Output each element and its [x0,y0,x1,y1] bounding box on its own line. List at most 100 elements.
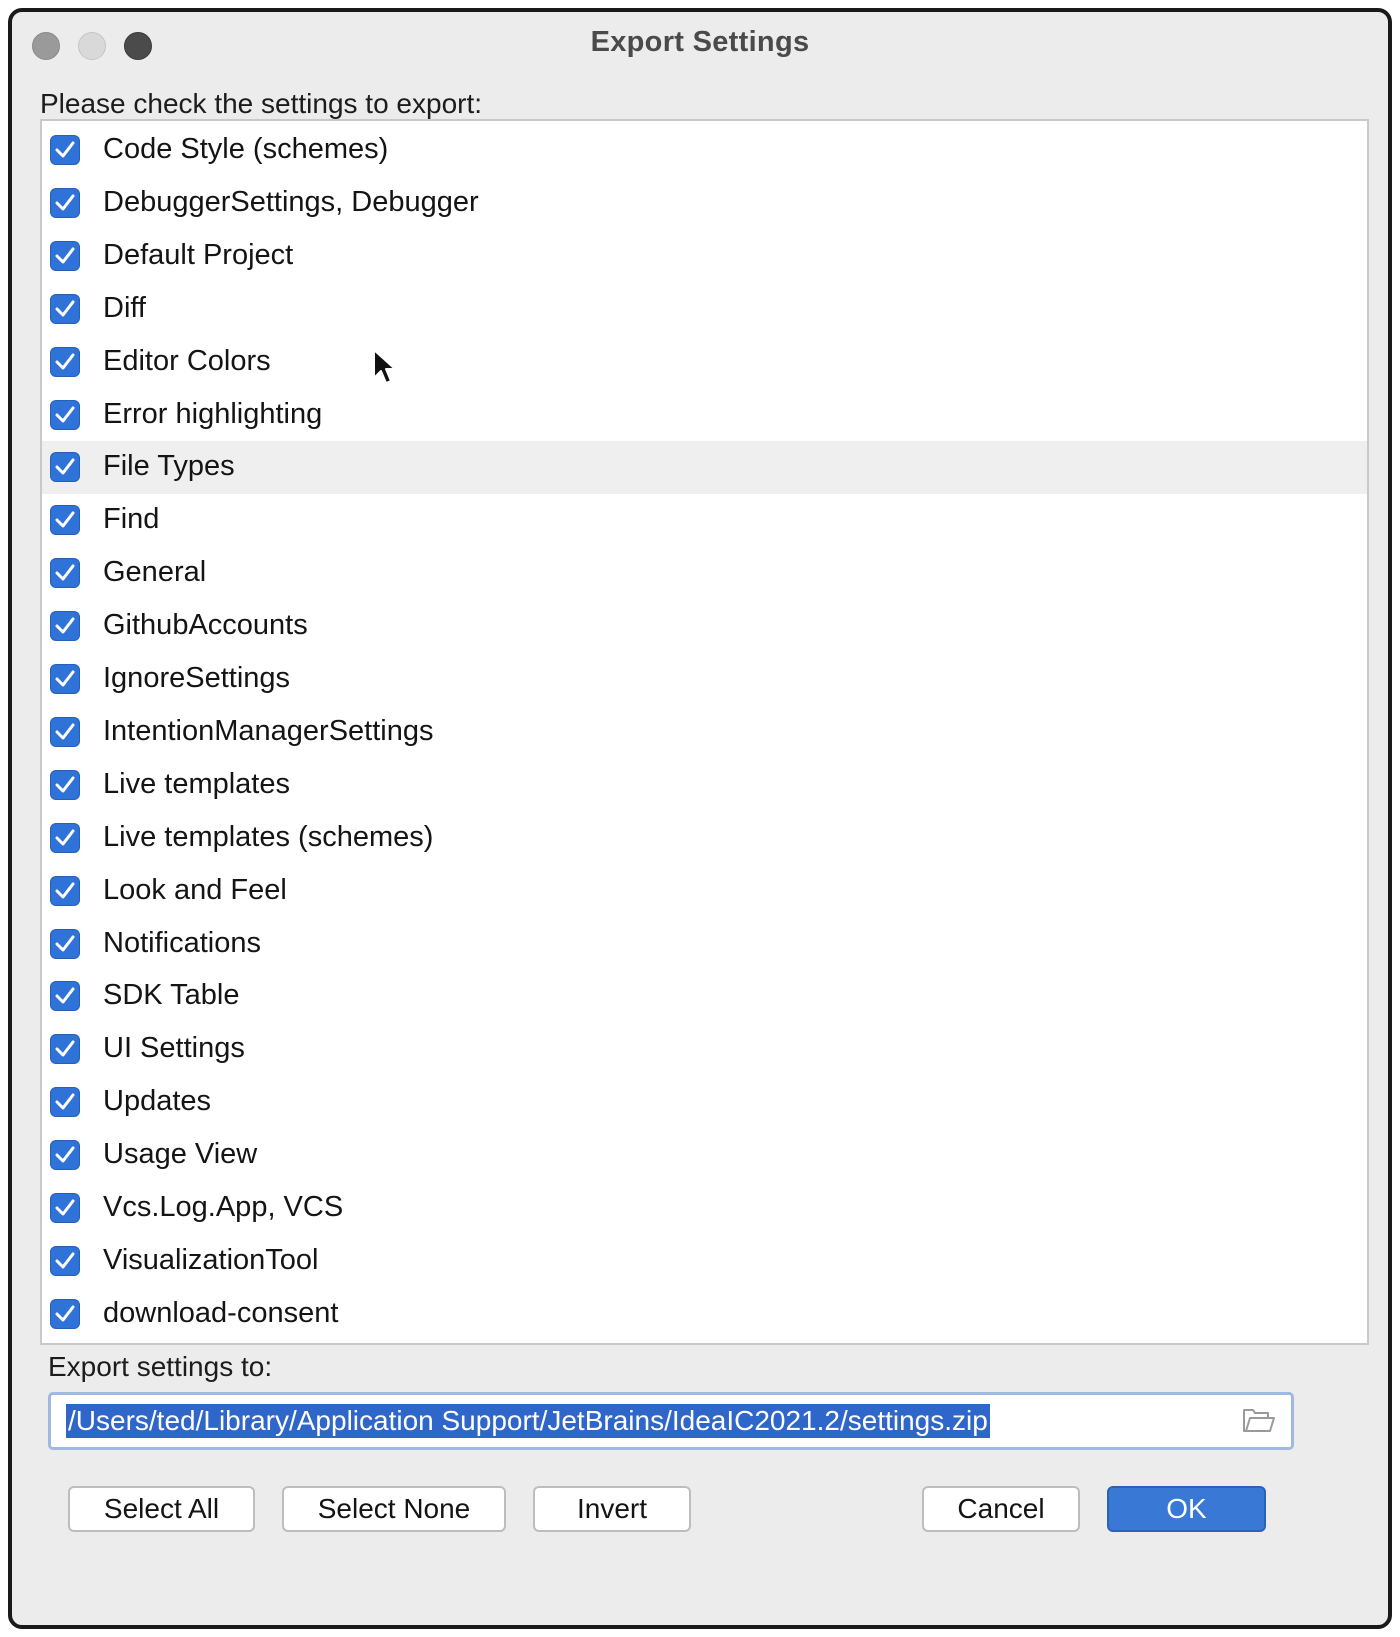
setting-checkbox[interactable] [50,1298,80,1329]
checkmark-icon [55,776,75,793]
setting-checkbox[interactable] [50,452,80,483]
select-all-button[interactable]: Select All [68,1486,255,1532]
title-bar: Export Settings [12,12,1388,74]
setting-checkbox[interactable] [50,187,80,218]
setting-row[interactable]: Code Style (schemes) [42,124,1367,177]
setting-checkbox[interactable] [50,135,80,165]
setting-checkbox[interactable] [50,822,80,853]
setting-row[interactable]: Diff [42,283,1367,336]
checkmark-icon [55,1305,75,1322]
setting-label: Look and Feel [103,873,287,906]
checkmark-icon [55,1146,75,1163]
setting-label: File Types [103,450,235,483]
setting-label: General [103,556,207,589]
checkmark-icon [55,194,75,211]
setting-row[interactable]: download-consent [42,1288,1367,1341]
setting-label: SDK Table [103,979,240,1012]
checkmark-icon [55,987,75,1004]
setting-row[interactable]: Find [42,494,1367,547]
setting-label: Notifications [103,926,261,959]
ok-button[interactable]: OK [1107,1486,1266,1532]
setting-checkbox[interactable] [50,1087,80,1118]
setting-label: Updates [103,1085,212,1118]
export-path-value[interactable]: /Users/ted/Library/Application Support/J… [66,1404,990,1438]
setting-label: Usage View [103,1138,258,1171]
setting-row[interactable]: GithubAccounts [42,600,1367,653]
checkmark-icon [55,670,75,687]
select-none-button[interactable]: Select None [282,1486,506,1532]
setting-checkbox[interactable] [50,1034,80,1065]
setting-row[interactable]: Look and Feel [42,865,1367,918]
setting-checkbox[interactable] [50,875,80,906]
setting-label: Diff [103,291,146,324]
checkmark-icon [55,458,75,475]
folder-icon[interactable] [1242,1408,1276,1434]
setting-checkbox[interactable] [50,716,80,747]
setting-checkbox[interactable] [50,1245,80,1276]
setting-checkbox[interactable] [50,240,80,271]
checkmark-icon [55,829,75,846]
setting-row[interactable]: Default Project [42,230,1367,283]
checkmark-icon [55,723,75,740]
setting-label: download-consent [103,1296,339,1329]
setting-checkbox[interactable] [50,611,80,642]
setting-row[interactable]: Editor Colors [42,336,1367,389]
setting-checkbox[interactable] [50,1193,80,1223]
setting-checkbox[interactable] [50,769,80,800]
setting-row[interactable]: Live templates (schemes) [42,812,1367,865]
setting-row[interactable]: IntentionManagerSettings [42,706,1367,759]
checkmark-icon [55,300,75,317]
setting-row[interactable]: General [42,547,1367,600]
checkmark-icon [55,353,75,370]
export-path-label: Export settings to: [48,1351,273,1382]
checkmark-icon [55,1252,75,1269]
export-path-field[interactable]: /Users/ted/Library/Application Support/J… [48,1392,1294,1450]
setting-label: Vcs.Log.App, VCS [103,1191,344,1223]
setting-row[interactable]: Vcs.Log.App, VCS [42,1182,1367,1235]
setting-row[interactable]: Notifications [42,918,1367,971]
checkmark-icon [55,247,75,264]
settings-prompt: Please check the settings to export: [40,88,483,119]
setting-checkbox[interactable] [50,293,80,324]
setting-row[interactable]: File Types [42,441,1367,495]
setting-checkbox[interactable] [50,981,80,1012]
setting-label: GithubAccounts [103,609,308,642]
checkmark-icon [55,406,75,422]
setting-label: IgnoreSettings [103,662,291,694]
settings-checklist[interactable]: Code Style (schemes) DebuggerSettings, De… [40,119,1369,1345]
setting-label: Find [103,503,160,536]
invert-button[interactable]: Invert [533,1486,691,1532]
setting-label: Live templates [103,767,290,800]
setting-checkbox[interactable] [50,664,80,694]
setting-label: DebuggerSettings, Debugger [103,185,479,218]
setting-checkbox[interactable] [50,558,80,589]
setting-row[interactable]: Live templates [42,759,1367,812]
checkmark-icon [55,141,75,158]
setting-row[interactable]: SDK Table [42,970,1367,1023]
setting-label: VisualizationTool [103,1243,319,1276]
setting-row[interactable]: UI Settings [42,1023,1367,1076]
setting-label: Error highlighting [103,397,323,430]
export-settings-dialog: Export Settings Please check the setting… [8,8,1392,1629]
setting-checkbox[interactable] [50,1140,80,1171]
setting-row[interactable]: DebuggerSettings, Debugger [42,177,1367,230]
setting-label: Default Project [103,238,294,271]
checkmark-icon [55,617,75,634]
cancel-button[interactable]: Cancel [922,1486,1080,1532]
setting-checkbox[interactable] [50,346,80,377]
setting-row[interactable]: IgnoreSettings [42,653,1367,706]
setting-row[interactable]: Updates [42,1076,1367,1129]
checkmark-icon [55,511,75,528]
setting-row[interactable]: Error highlighting [42,389,1367,442]
checkmark-icon [55,935,75,951]
mouse-cursor-icon [373,349,396,384]
checkmark-icon [55,882,75,899]
setting-row[interactable]: Usage View [42,1129,1367,1182]
setting-checkbox[interactable] [50,928,80,959]
setting-label: UI Settings [103,1032,245,1065]
setting-checkbox[interactable] [50,399,80,430]
setting-row[interactable]: VisualizationTool [42,1235,1367,1288]
setting-label: Live templates (schemes) [103,820,434,853]
dialog-title: Export Settings [590,26,810,58]
setting-checkbox[interactable] [50,505,80,536]
